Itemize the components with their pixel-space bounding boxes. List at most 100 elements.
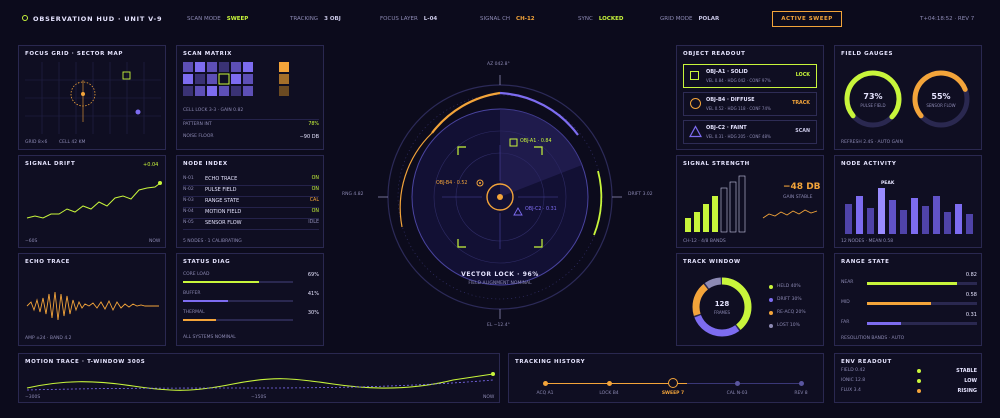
track-legend-item: HELD 40% [769, 284, 823, 294]
gauge-label-sensor: SENSOR FLOW [926, 103, 956, 108]
track-window-panel: TRACK WINDOW 128 FRAMES HELD 40% DRIFT 30… [676, 253, 824, 346]
header-grid-mode: GRID MODE POLAR [660, 16, 720, 22]
range-bar [867, 302, 977, 305]
env-row: FIELD 0.42 STABLE [841, 368, 977, 374]
node-row[interactable]: N-01 ECHO TRACE ON [183, 176, 319, 186]
scan-matrix-title: SCAN MATRIX [183, 51, 232, 57]
object-card-b4[interactable]: OBJ-B4 · DIFFUSE VEL 0.52 · HDG 118 · CO… [683, 92, 817, 116]
signal-strength-sub: GAIN STABLE [783, 195, 813, 200]
legend-dot-icon [769, 298, 773, 302]
node-row[interactable]: N-04 MOTION FIELD ON [183, 209, 319, 219]
history-stop-label: REV 8 [794, 391, 808, 396]
header-focus-layer: FOCUS LAYER L-04 [380, 16, 438, 22]
history-stop[interactable] [606, 380, 612, 386]
history-stop[interactable] [542, 380, 548, 386]
header-signal-ch: SIGNAL CH CH-12 [480, 16, 535, 22]
radar-rng-label: RNG 4.82 [342, 192, 364, 197]
diag-progress-bar [183, 319, 293, 321]
diag-progress-bar [183, 281, 293, 283]
echo-trace-chart [26, 291, 159, 321]
scan-action[interactable]: SCAN [795, 129, 810, 134]
env-dot-icon [917, 369, 921, 373]
range-row: 0.58 MID [841, 292, 977, 305]
history-stop-label: SWEEP 7 [661, 391, 685, 396]
track-legend-item: RE-ACQ 20% [769, 310, 823, 320]
motion-trace-x-start: −300S [25, 395, 41, 400]
signal-drift-title: SIGNAL DRIFT [25, 161, 76, 167]
history-stop-label: ACQ A1 [536, 391, 554, 396]
track-legend-item: DRIFT 30% [769, 297, 823, 307]
radar-scope[interactable] [332, 45, 668, 346]
track-window-center-value: 128 [714, 300, 730, 308]
signal-drift-panel: SIGNAL DRIFT +0.04 −60S NOW [18, 155, 166, 248]
focus-grid-footer-mid: CELL 42 KM [59, 140, 86, 145]
radar-area: AZ 042.8° EL −12.4° RNG 4.82 DRIFT 3.02 … [332, 45, 668, 346]
node-activity-panel: NODE ACTIVITY PEAK 12 NODES · MEAN 0.58 [834, 155, 982, 248]
diag-row: CORE LOAD 69% [183, 272, 319, 286]
scan-matrix-grid[interactable] [183, 62, 319, 110]
range-state-footer: RESOLUTION BANDS · AUTO [841, 336, 905, 341]
lock-action[interactable]: LOCK [796, 73, 810, 78]
history-stop[interactable] [668, 378, 678, 388]
header-sync: SYNC LOCKED [578, 16, 624, 22]
track-legend-item: LOST 10% [769, 323, 823, 333]
signal-strength-footer: CH-12 · 4/8 BANDS [683, 239, 726, 244]
node-index-footer: 5 NODES · 1 CALIBRATING [183, 239, 242, 244]
field-gauges-panel: FIELD GAUGES 73% PULSE FIELD 55% SENSOR … [834, 45, 982, 150]
node-row[interactable]: N-05 SENSOR FLOW IDLE [183, 220, 319, 230]
echo-trace-footer: AMP ±24 · BAND 4.2 [25, 336, 72, 341]
object-card-a1[interactable]: OBJ-A1 · SOLID VEL 0.84 · HDG 042 · CONF… [683, 64, 817, 88]
history-stop[interactable] [798, 380, 804, 386]
status-diag-panel: STATUS DIAG CORE LOAD 69% BUFFER 41% THERMAL… [176, 253, 324, 346]
circle-icon [690, 98, 701, 109]
header-tracking: TRACKING 3 OBJ [290, 16, 341, 22]
status-dot-icon [22, 15, 28, 21]
object-readout-title: OBJECT READOUT [683, 51, 746, 57]
node-index-title: NODE INDEX [183, 161, 228, 167]
focus-grid-title: FOCUS GRID · SECTOR MAP [25, 51, 123, 57]
scan-matrix-panel: SCAN MATRIX CELL LOCK 3-3 · GAIN 0.82 PA… [176, 45, 324, 150]
signal-drift-x-start: −60S [25, 239, 38, 244]
node-row[interactable]: N-03 RANGE STATE CAL [183, 198, 319, 208]
motion-trace-chart [26, 372, 495, 391]
track-window-title: TRACK WINDOW [683, 259, 741, 265]
signal-strength-sparkline [762, 209, 818, 219]
signal-strength-value: −48 DB [783, 182, 821, 192]
range-bar [867, 282, 977, 285]
field-gauges-footer: REFRESH 2.4S · AUTO GAIN [841, 140, 903, 145]
echo-trace-panel: ECHO TRACE AMP ±24 · BAND 4.2 [18, 253, 166, 346]
triangle-icon [689, 125, 702, 138]
node-row[interactable]: N-02 PULSE FIELD ON [183, 187, 319, 197]
sector-map[interactable] [25, 62, 161, 134]
track-action[interactable]: TRACK [792, 101, 810, 106]
target-label-c2[interactable]: OBJ-C2 · 0.31 [525, 207, 557, 212]
range-row: 0.82 NEAR [841, 272, 977, 285]
range-row: 0.31 FAR [841, 312, 977, 325]
signal-drift-x-end: NOW [149, 239, 161, 244]
node-index-panel: NODE INDEX N-01 ECHO TRACE ON N-02 PULSE FIE… [176, 155, 324, 248]
field-gauges-title: FIELD GAUGES [841, 51, 894, 57]
vector-lock-title: VECTOR LOCK · 96% [461, 271, 539, 278]
legend-dot-icon [769, 285, 773, 289]
app-title: OBSERVATION HUD · UNIT V-9 [33, 15, 163, 23]
motion-trace-panel: MOTION TRACE · T-WINDOW 300S −300S −150S… [18, 353, 500, 403]
timestamp: T+04:18:52 · REV 7 [920, 16, 975, 22]
active-sweep-button[interactable]: ACTIVE SWEEP [772, 11, 842, 27]
motion-trace-title: MOTION TRACE · T-WINDOW 300S [25, 359, 146, 365]
history-stop[interactable] [734, 380, 740, 386]
scan-matrix-row: NOISE FLOOR −90 DB [183, 134, 319, 140]
diag-row: THERMAL 30% [183, 310, 319, 324]
env-row: IONIC 12.8 LOW [841, 378, 977, 384]
target-label-b4[interactable]: OBJ-B4 · 0.52 [436, 181, 467, 186]
gauge-label-pulse: PULSE FIELD [860, 103, 886, 108]
square-icon [690, 71, 699, 80]
object-card-c2[interactable]: OBJ-C2 · FAINT VEL 0.31 · HDG 205 · CONF… [683, 120, 817, 144]
tracking-history-panel: TRACKING HISTORY ACQ A1 LOCK B4 SWEEP 7 CAL… [508, 353, 824, 403]
diag-row: BUFFER 41% [183, 291, 319, 305]
tracking-history-title: TRACKING HISTORY [515, 359, 586, 365]
node-activity-title: NODE ACTIVITY [841, 161, 897, 167]
target-label-a1[interactable]: OBJ-A1 · 0.84 [520, 139, 552, 144]
signal-strength-panel: SIGNAL STRENGTH −48 DB GAIN STABLE CH-12… [676, 155, 824, 248]
object-readout-panel: OBJECT READOUT OBJ-A1 · SOLID VEL 0.84 ·… [676, 45, 824, 150]
scan-matrix-row: PATTERN INT 78% [183, 122, 319, 127]
